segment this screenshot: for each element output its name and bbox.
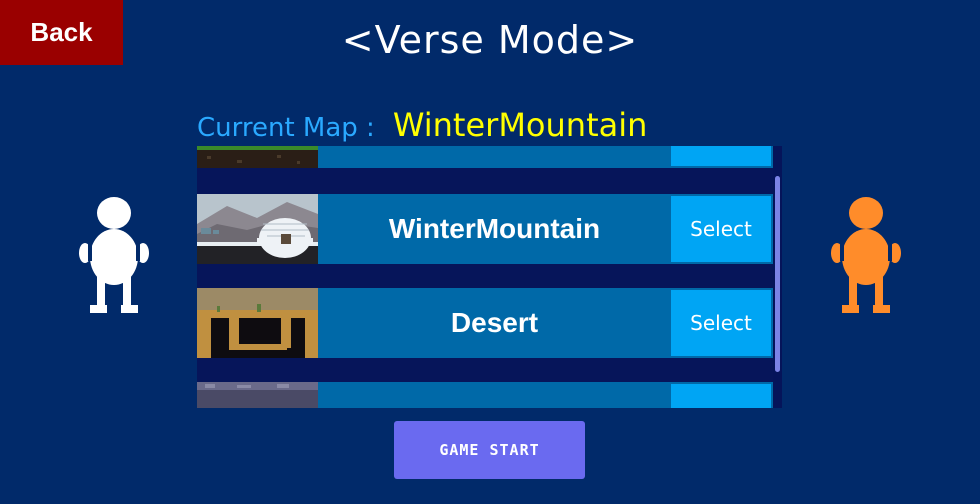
current-map-display: Current Map : WinterMountain	[197, 106, 647, 146]
map-row	[197, 146, 773, 168]
map-list[interactable]: WinterMountain Select Desert Select	[197, 146, 782, 408]
map-thumbnail-grass	[197, 146, 318, 168]
map-name: Desert	[450, 307, 539, 338]
map-row: Desert Select	[197, 288, 773, 358]
player-1-figure	[79, 197, 149, 313]
current-map-value: WinterMountain	[392, 106, 648, 144]
map-thumbnail-winter	[197, 194, 318, 264]
select-button[interactable]: Select	[671, 290, 771, 356]
select-button[interactable]	[671, 384, 771, 408]
player-2-figure	[831, 197, 901, 313]
select-button[interactable]	[671, 146, 771, 166]
map-name: WinterMountain	[388, 213, 601, 244]
map-thumbnail-desert	[197, 288, 318, 358]
page-title: <Verse Mode>	[341, 18, 639, 62]
map-list-scrollbar[interactable]	[773, 146, 782, 408]
select-button[interactable]: Select	[671, 196, 771, 262]
current-map-label: Current Map :	[197, 113, 375, 143]
game-start-button[interactable]: GAME START	[394, 421, 585, 479]
map-row	[197, 382, 773, 408]
map-row: WinterMountain Select	[197, 194, 773, 264]
scrollbar-thumb[interactable]	[775, 176, 780, 372]
map-thumbnail-cave	[197, 382, 318, 408]
